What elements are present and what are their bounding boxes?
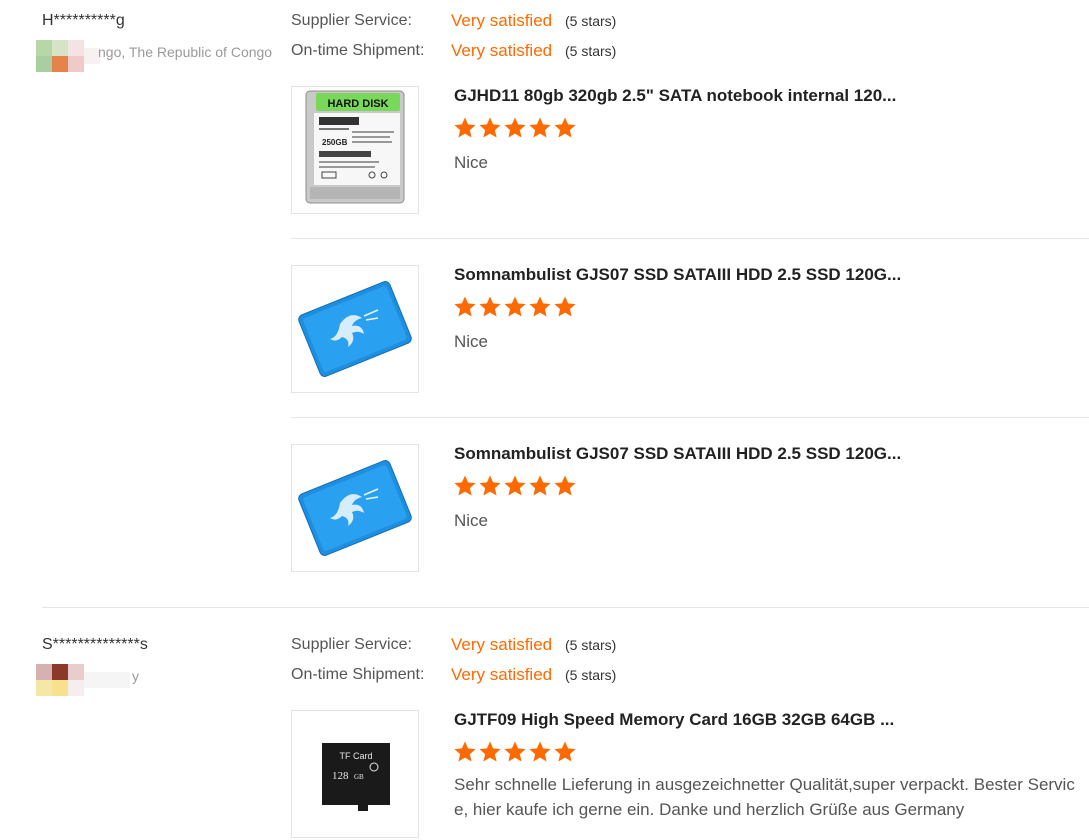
star-icon [553,740,577,764]
supplier-service-rating: Supplier Service: Very satisfied (5 star… [291,635,691,666]
rating-value: Very satisfied [451,665,553,684]
star-icon [478,474,502,498]
country-flag-icon [52,664,68,680]
hard-disk-capacity: 250GB [322,138,348,147]
buyer-country: y [36,664,296,700]
star-icon [528,295,552,319]
star-icon [478,740,502,764]
review-divider [42,607,1089,608]
product-item: Somnambulist GJS07 SSD SATAIII HDD 2.5 S… [291,265,1089,393]
star-icon [553,116,577,140]
buyer-name: S**************s [42,636,148,653]
product-stars [453,116,578,140]
star-icon [503,116,527,140]
country-flag-icon [52,40,68,56]
buyer-country: ngo, The Republic of Congo [36,40,296,76]
blue-ssd-image[interactable] [291,265,419,393]
product-stars [453,474,578,498]
review-comment: Nice [454,153,489,172]
star-icon [553,474,577,498]
star-icon [478,295,502,319]
rating-stars-text: (5 stars) [565,667,617,683]
country-flag-icon [36,40,52,56]
country-flag-icon [68,56,84,72]
product-item: TF Card 128 GB GJTF09 High Speed Memory … [291,710,1089,838]
rating-label: Supplier Service: [291,12,412,29]
country-text: ngo, The Republic of Congo [98,44,273,60]
rating-stars-text: (5 stars) [565,637,617,653]
product-stars [453,295,578,319]
product-stars [453,740,578,764]
country-flag-icon [36,664,52,680]
review-comment: Nice [454,511,489,530]
star-icon [528,116,552,140]
supplier-service-rating: Supplier Service: Very satisfied (5 star… [291,11,691,42]
divider [291,238,1089,239]
review-comment: Nice [454,332,489,351]
star-icon [553,295,577,319]
rating-stars-text: (5 stars) [565,13,617,29]
country-flag-icon [52,680,68,696]
rating-label: On-time Shipment: [291,666,425,683]
country-flag-icon [36,680,52,696]
product-item: HARD DISK 250GB GJHD11 80gb 320gb 2.5" S… [291,86,1089,214]
tf-card-capacity: 128 [332,770,349,782]
rating-label: On-time Shipment: [291,42,425,59]
rating-stars-text: (5 stars) [565,43,617,59]
star-icon [453,740,477,764]
hard-disk-label: HARD DISK [327,98,388,110]
rating-value: Very satisfied [451,41,553,60]
star-icon [478,116,502,140]
tf-card-label: TF Card [339,751,372,761]
country-flag-icon [52,56,68,72]
star-icon [503,740,527,764]
shipment-rating: On-time Shipment: Very satisfied (5 star… [291,665,691,696]
divider [291,417,1089,418]
rating-value: Very satisfied [451,11,553,30]
country-flag-icon [68,664,84,680]
product-title[interactable]: Somnambulist GJS07 SSD SATAIII HDD 2.5 S… [454,265,901,285]
country-flag-icon [84,672,130,688]
hard-disk-image[interactable]: HARD DISK 250GB [291,86,419,214]
buyer-name: H**********g [42,12,125,29]
product-title[interactable]: GJHD11 80gb 320gb 2.5" SATA notebook int… [454,86,896,106]
blue-ssd-image[interactable] [291,444,419,572]
star-icon [528,474,552,498]
rating-label: Supplier Service: [291,636,412,653]
star-icon [453,116,477,140]
review-comment: Sehr schnelle Lieferung in ausgezeichnet… [454,775,1075,819]
country-flag-icon [68,680,84,696]
tf-card-unit: GB [354,773,364,781]
shipment-rating: On-time Shipment: Very satisfied (5 star… [291,41,691,72]
star-icon [503,474,527,498]
star-icon [453,295,477,319]
country-flag-icon [68,40,84,56]
product-item: Somnambulist GJS07 SSD SATAIII HDD 2.5 S… [291,444,1089,572]
product-title[interactable]: GJTF09 High Speed Memory Card 16GB 32GB … [454,710,894,730]
star-icon [453,474,477,498]
tf-card-image[interactable]: TF Card 128 GB [291,710,419,838]
star-icon [503,295,527,319]
rating-value: Very satisfied [451,635,553,654]
country-flag-icon [36,56,52,72]
product-title[interactable]: Somnambulist GJS07 SSD SATAIII HDD 2.5 S… [454,444,901,464]
star-icon [528,740,552,764]
country-text: y [132,668,139,684]
